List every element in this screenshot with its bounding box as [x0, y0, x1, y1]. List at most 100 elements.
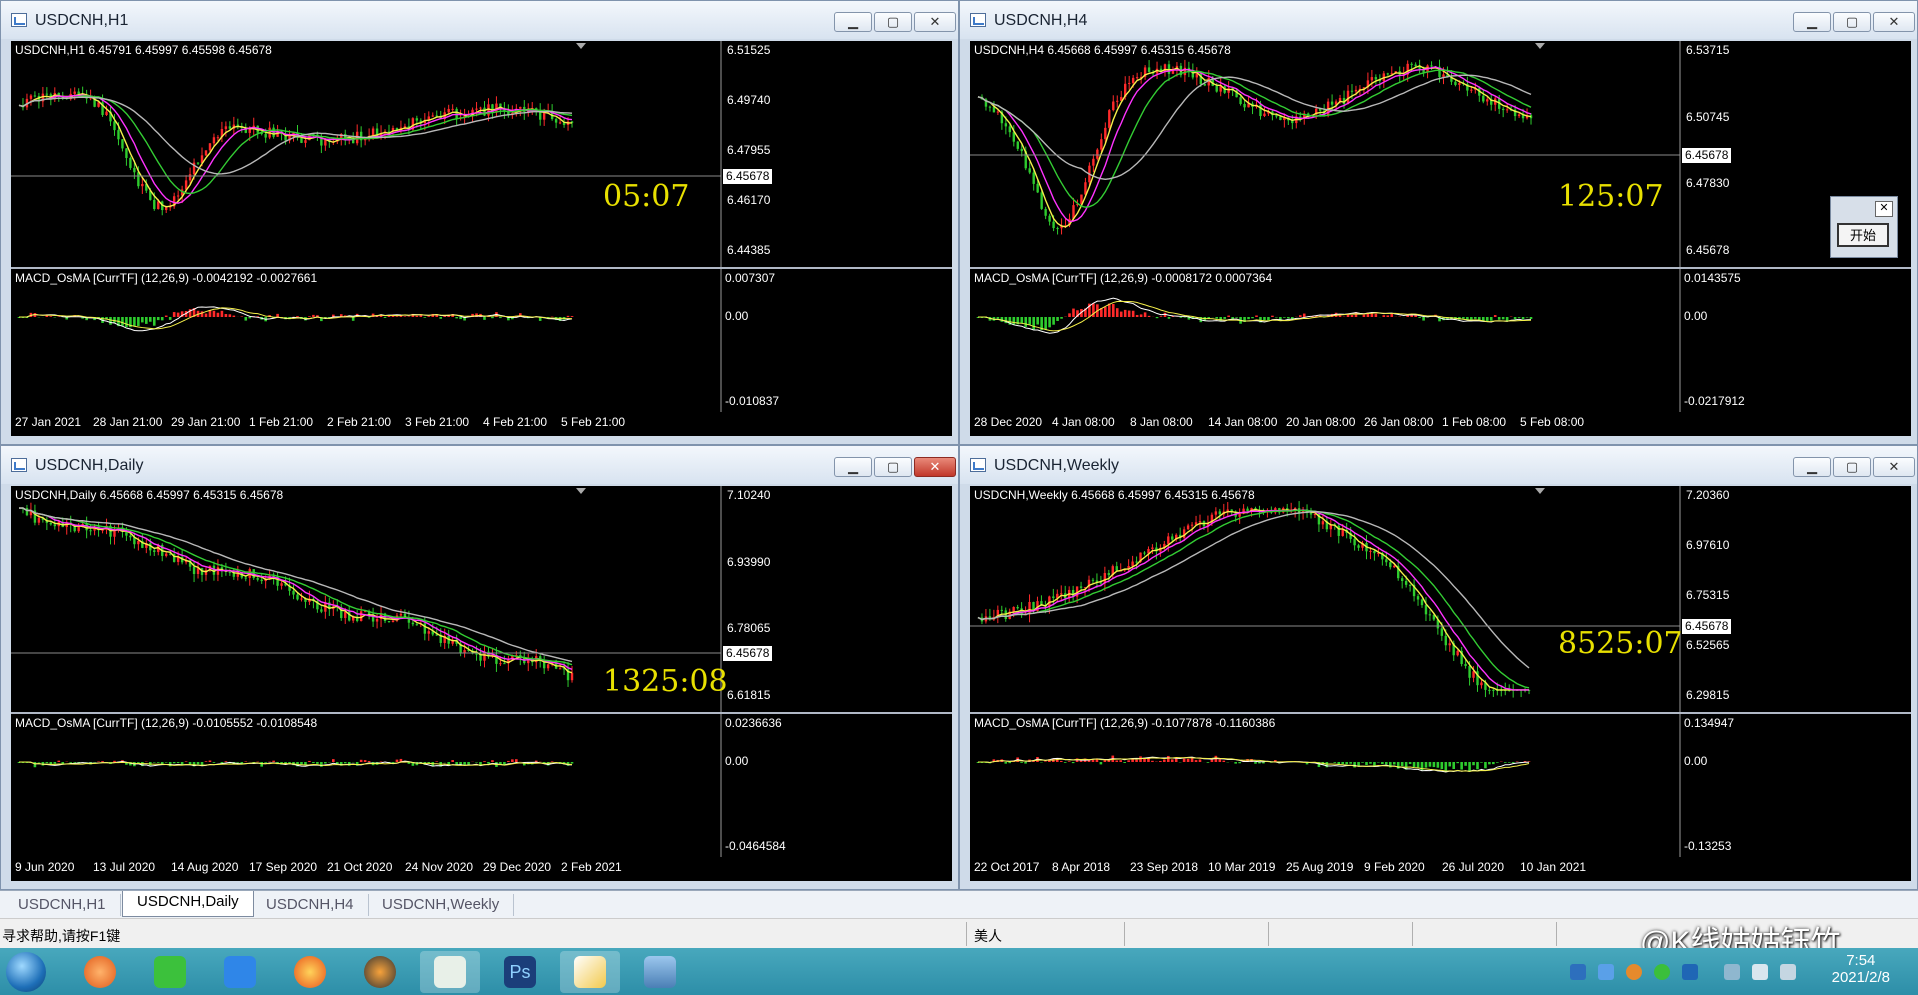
window-titlebar[interactable]: USDCNH,H4 ▁ ▢ ✕: [960, 1, 1917, 39]
signal-icon[interactable]: [1780, 964, 1796, 980]
chart-area[interactable]: USDCNH,Weekly 6.45668 6.45997 6.45315 6.…: [970, 486, 1911, 881]
tab-usdcnh-weekly[interactable]: USDCNH,Weekly: [368, 894, 515, 916]
macd-histogram-bar: [1036, 317, 1039, 325]
macd-histogram-bar: [1159, 316, 1163, 317]
taskbar-app-viewer[interactable]: [630, 951, 690, 993]
pane-separator[interactable]: [11, 712, 952, 714]
chart-window-h4[interactable]: USDCNH,H4 ▁ ▢ ✕ USDCNH,H4 6.45668 6.4599…: [959, 0, 1918, 445]
macd-histogram-bar: [244, 317, 248, 321]
chart-menu-arrow-icon[interactable]: [576, 43, 586, 49]
time-axis-label: 1 Feb 21:00: [249, 415, 314, 429]
tray-icon-2[interactable]: [1598, 964, 1614, 980]
network-icon[interactable]: [1724, 964, 1740, 980]
time-axis-label: 27 Jan 2021: [15, 415, 82, 429]
maximize-button[interactable]: ▢: [1833, 457, 1871, 477]
tray-icon-4[interactable]: [1654, 964, 1670, 980]
minimize-button[interactable]: ▁: [834, 12, 872, 32]
tab-usdcnh-h4[interactable]: USDCNH,H4: [252, 894, 369, 916]
minimize-button[interactable]: ▁: [834, 457, 872, 477]
maximize-button[interactable]: ▢: [1833, 12, 1871, 32]
close-icon[interactable]: ✕: [1875, 201, 1893, 217]
taskbar-app-notes[interactable]: [210, 951, 270, 993]
time-axis-label: 9 Feb 2020: [1364, 860, 1425, 874]
candle-body: [1458, 82, 1461, 85]
chart-area[interactable]: USDCNH,H1 6.45791 6.45997 6.45598 6.4567…: [11, 41, 952, 436]
start-orb-icon[interactable]: [6, 952, 46, 992]
pane-separator[interactable]: [970, 267, 1911, 269]
macd-histogram-bar: [1032, 317, 1035, 330]
macd-histogram-bar: [1440, 762, 1444, 769]
volume-muted-icon[interactable]: [1752, 964, 1768, 980]
candle-body: [1104, 127, 1107, 140]
macd-info-text: MACD_OsMA [CurrTF] (12,26,9) -0.0008172 …: [974, 271, 1273, 285]
price-axis-label: 7.20360: [1686, 488, 1730, 502]
taskbar-app-firefox[interactable]: [280, 951, 340, 993]
tray-icon-3[interactable]: [1626, 964, 1642, 980]
macd-signal-line: [978, 297, 1532, 334]
taskbar-app-wechat[interactable]: [140, 951, 200, 993]
macd-histogram-bar: [1302, 313, 1306, 317]
time-axis-label: 2 Feb 21:00: [327, 415, 392, 429]
macd-histogram-bar: [232, 315, 236, 317]
chart-menu-arrow-icon[interactable]: [1535, 488, 1545, 494]
chart-info-text: USDCNH,Daily 6.45668 6.45997 6.45315 6.4…: [15, 488, 284, 502]
macd-histogram-bar: [1386, 315, 1390, 317]
chart-menu-arrow-icon[interactable]: [576, 488, 586, 494]
chart-window-weekly[interactable]: USDCNH,Weekly ▁ ▢ ✕ USDCNH,Weekly 6.4566…: [959, 445, 1918, 890]
macd-histogram-bar: [53, 762, 57, 764]
candle-body: [1416, 596, 1420, 600]
close-button[interactable]: ✕: [1873, 12, 1915, 32]
macd-histogram-bar: [1111, 303, 1115, 317]
candle-body: [554, 119, 558, 123]
shield-icon[interactable]: [1682, 964, 1698, 980]
taskbar-app-game[interactable]: [350, 951, 410, 993]
candle-body: [1032, 172, 1035, 184]
chart-area[interactable]: USDCNH,Daily 6.45668 6.45997 6.45315 6.4…: [11, 486, 952, 881]
macd-histogram-bar: [570, 316, 574, 317]
browser-icon: [84, 956, 116, 988]
taskbar-app-trading[interactable]: [420, 951, 480, 993]
macd-histogram-bar: [148, 317, 152, 322]
taskbar-app-browser[interactable]: [70, 951, 130, 993]
close-button[interactable]: ✕: [914, 12, 956, 32]
candle-body: [371, 128, 375, 136]
minimize-button[interactable]: ▁: [1793, 12, 1831, 32]
taskbar-app-photoshop[interactable]: Ps: [490, 951, 550, 993]
macd-histogram-bar: [204, 761, 208, 762]
candle-body: [1456, 650, 1459, 656]
start-button[interactable]: 开始: [1837, 223, 1889, 247]
pane-separator[interactable]: [970, 712, 1911, 714]
pane-separator[interactable]: [11, 267, 952, 269]
macd-histogram-bar: [395, 759, 399, 762]
window-titlebar[interactable]: USDCNH,Daily ▁ ▢ ✕: [1, 446, 958, 484]
chart-menu-arrow-icon[interactable]: [1535, 43, 1545, 49]
taskbar-app-paint[interactable]: [560, 951, 620, 993]
candle-body: [1016, 607, 1019, 609]
candle-body: [256, 578, 259, 580]
maximize-button[interactable]: ▢: [874, 457, 912, 477]
close-button[interactable]: ✕: [1873, 457, 1915, 477]
candle-body: [73, 91, 76, 94]
macd-histogram-bar: [69, 762, 73, 763]
macd-histogram-bar: [1484, 762, 1487, 769]
close-button[interactable]: ✕: [914, 457, 956, 477]
candle-body: [1354, 89, 1358, 92]
system-clock[interactable]: 7:54 2021/2/8: [1832, 952, 1890, 986]
window-titlebar[interactable]: USDCNH,Weekly ▁ ▢ ✕: [960, 446, 1917, 484]
tab-usdcnh-daily[interactable]: USDCNH,Daily: [122, 891, 254, 917]
macd-histogram-bar: [487, 762, 490, 764]
macd-histogram-bar: [168, 317, 172, 320]
floating-panel[interactable]: ✕ 开始: [1830, 196, 1898, 258]
chart-area[interactable]: USDCNH,H4 6.45668 6.45997 6.45315 6.4567…: [970, 41, 1911, 436]
maximize-button[interactable]: ▢: [874, 12, 912, 32]
macd-histogram-bar: [1298, 315, 1302, 317]
macd-histogram-bar: [37, 762, 41, 763]
minimize-button[interactable]: ▁: [1793, 457, 1831, 477]
window-titlebar[interactable]: USDCNH,H1 ▁ ▢ ✕: [1, 1, 958, 39]
tab-usdcnh-h1[interactable]: USDCNH,H1: [4, 894, 121, 916]
chart-window-daily[interactable]: USDCNH,Daily ▁ ▢ ✕ USDCNH,Daily 6.45668 …: [0, 445, 959, 890]
chart-window-h1[interactable]: USDCNH,H1 ▁ ▢ ✕ USDCNH,H1 6.45791 6.4599…: [0, 0, 959, 445]
tray-icon-1[interactable]: [1570, 964, 1586, 980]
macd-histogram-bar: [1476, 762, 1479, 770]
macd-histogram-bar: [1374, 313, 1378, 317]
